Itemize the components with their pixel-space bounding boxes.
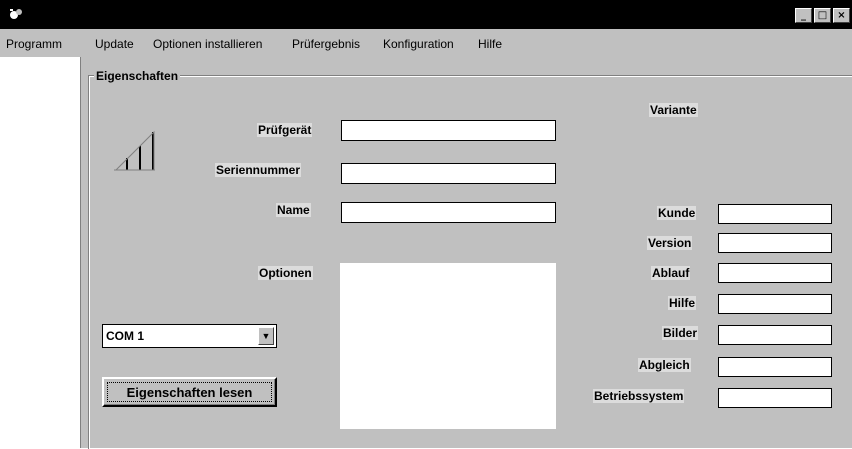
hilfe-field[interactable] — [718, 294, 832, 314]
label-variante: Variante — [649, 103, 698, 117]
ablauf-field[interactable] — [718, 263, 832, 283]
name-field[interactable] — [341, 202, 556, 223]
com-port-select[interactable]: COM 1 ▼ — [102, 324, 277, 348]
label-abgleich: Abgleich — [638, 358, 691, 372]
label-version: Version — [647, 236, 693, 250]
betriebssystem-field[interactable] — [718, 388, 832, 408]
menu-hilfe[interactable]: Hilfe — [478, 37, 502, 51]
label-kunde: Kunde — [657, 206, 697, 220]
window-controls: _ □ × — [795, 8, 850, 23]
menu-programm[interactable]: Programm — [6, 37, 62, 51]
label-name: Name — [276, 203, 311, 217]
pruefgeraet-field[interactable] — [341, 120, 556, 141]
groupbox-title: Eigenschaften — [94, 69, 181, 83]
menu-pruefergebnis[interactable]: Prüfergebnis — [292, 37, 360, 51]
kunde-field[interactable] — [718, 204, 832, 224]
abgleich-field[interactable] — [718, 357, 832, 377]
signal-bars-icon — [114, 130, 155, 171]
optionen-listbox[interactable] — [340, 263, 556, 429]
label-hilfe: Hilfe — [668, 296, 697, 310]
label-seriennummer: Seriennummer — [215, 163, 302, 177]
app-icon[interactable] — [8, 6, 24, 22]
read-properties-label: Eigenschaften lesen — [107, 382, 272, 402]
bilder-field[interactable] — [718, 325, 832, 345]
menu-konfiguration[interactable]: Konfiguration — [383, 37, 454, 51]
label-betriebssystem: Betriebssystem — [593, 389, 685, 403]
menu-optionen-installieren[interactable]: Optionen installieren — [153, 37, 262, 51]
seriennummer-field[interactable] — [341, 163, 556, 184]
title-bar: _ □ × — [0, 0, 852, 29]
chevron-down-icon[interactable]: ▼ — [258, 327, 274, 345]
maximize-button[interactable]: □ — [814, 8, 831, 23]
label-ablauf: Ablauf — [651, 266, 691, 280]
minimize-button[interactable]: _ — [795, 8, 812, 23]
read-properties-button[interactable]: Eigenschaften lesen — [102, 377, 277, 407]
menu-bar: Programm Update Optionen installieren Pr… — [0, 29, 852, 57]
label-optionen: Optionen — [258, 266, 313, 280]
menu-update[interactable]: Update — [95, 37, 134, 51]
label-pruefgeraet: Prüfgerät — [257, 123, 313, 137]
close-button[interactable]: × — [833, 8, 850, 23]
version-field[interactable] — [718, 233, 832, 253]
com-port-value: COM 1 — [106, 329, 145, 343]
label-bilder: Bilder — [662, 326, 699, 340]
